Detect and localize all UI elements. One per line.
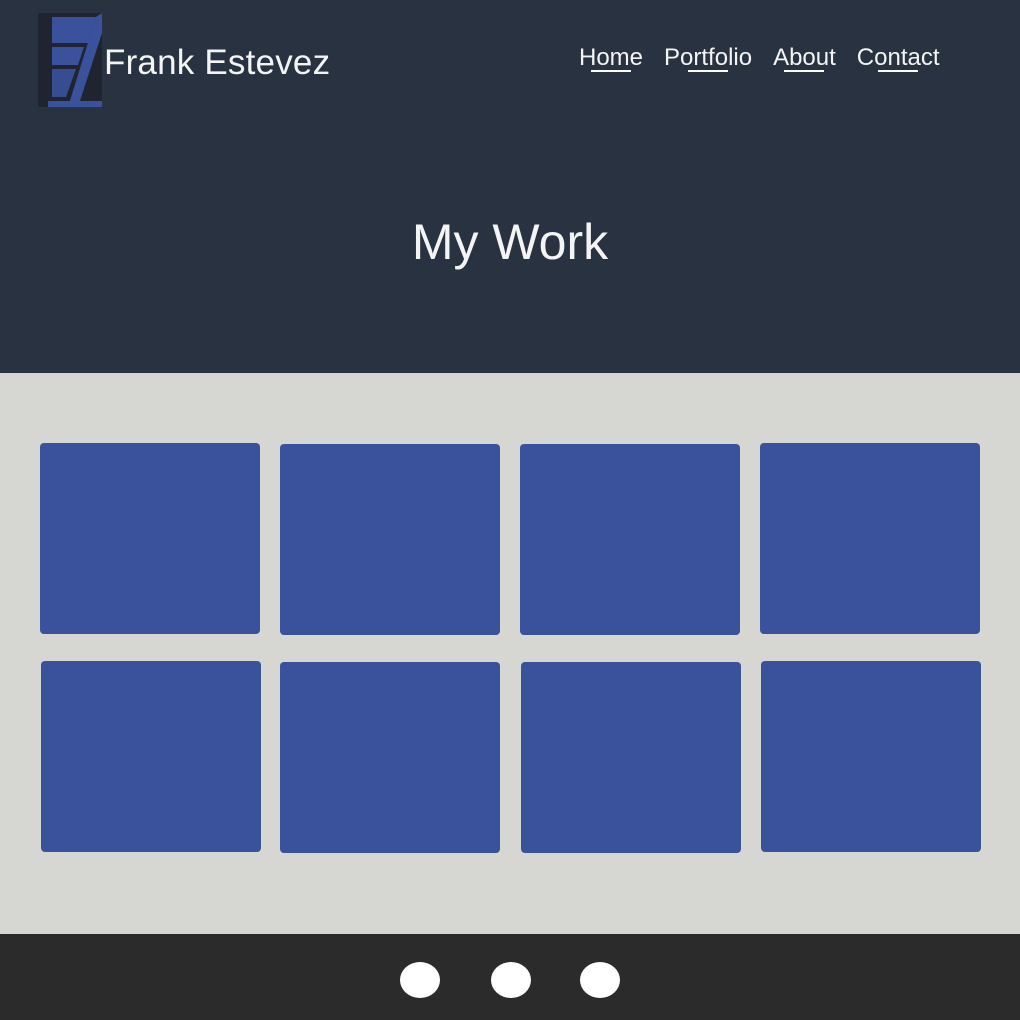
portfolio-tile-8[interactable] [761,661,981,852]
site-header: Frank Estevez Home Portfolio About Conta… [0,0,1020,373]
nav-about-label: About [773,44,836,71]
portfolio-tile-4[interactable] [760,443,980,634]
portfolio-tile-3[interactable] [520,444,740,635]
nav-contact-link[interactable]: Contact [857,44,940,72]
nav-contact-label: Contact [856,44,940,71]
social-icon-2[interactable] [491,962,531,998]
portfolio-tile-7[interactable] [521,662,741,853]
main-nav: Home Portfolio About Contact [579,44,940,72]
portfolio-tile-5[interactable] [41,661,261,852]
nav-home-link[interactable]: Home [579,44,643,72]
nav-underline [878,70,919,72]
portfolio-tile-1[interactable] [40,443,260,634]
social-icon-1[interactable] [400,962,440,998]
nav-underline [688,70,729,72]
page-title: My Work [411,214,609,270]
nav-home-label: Home [579,44,644,71]
brand-name[interactable]: Frank Estevez [104,43,330,83]
nav-portfolio-link[interactable]: Portfolio [664,44,752,72]
nav-portfolio-label: Portfolio [664,44,753,71]
nav-about-link[interactable]: About [773,44,836,72]
portfolio-tile-2[interactable] [280,444,500,635]
nav-underline [591,70,632,72]
social-icon-3[interactable] [580,962,620,998]
portfolio-tile-6[interactable] [280,662,500,853]
fe-monogram-logo-icon[interactable] [38,13,102,107]
nav-underline [784,70,825,72]
